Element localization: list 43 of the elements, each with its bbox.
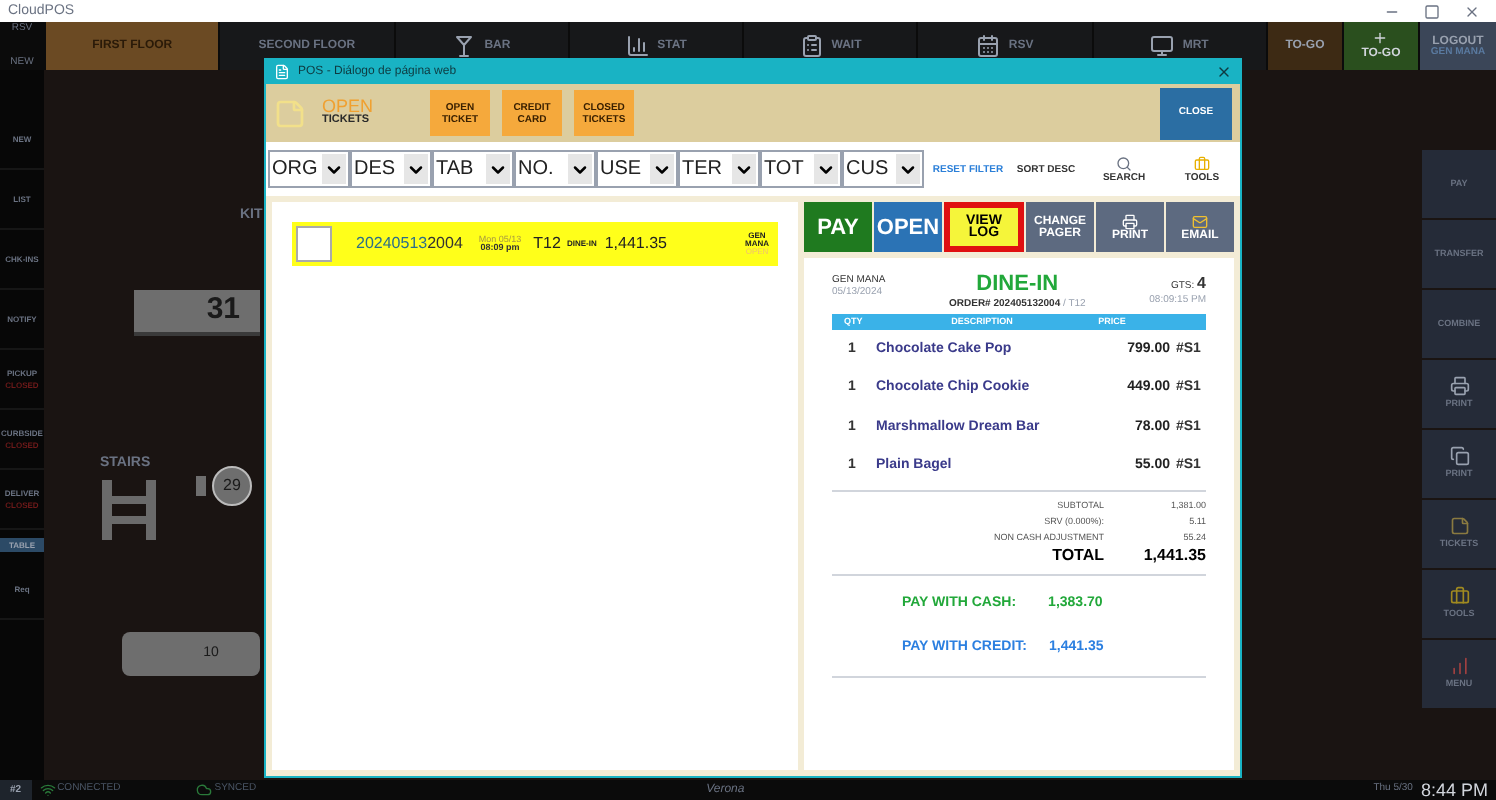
search-icon <box>1116 155 1132 171</box>
printer-icon <box>1449 376 1469 397</box>
calendar-icon <box>976 34 1001 58</box>
close-icon[interactable] <box>1464 3 1480 19</box>
envelope-icon <box>1192 213 1208 229</box>
ticket-total: 1,441.35 <box>604 232 667 256</box>
filter-select[interactable]: NO. <box>514 150 596 188</box>
maximize-icon[interactable] <box>1424 3 1440 19</box>
cloud-icon <box>196 782 213 798</box>
note-icon <box>1449 516 1469 537</box>
briefcase-icon <box>1449 586 1469 607</box>
filter-select[interactable]: ORG <box>268 150 350 188</box>
filter-select[interactable]: CUS <box>842 150 924 188</box>
close-icon[interactable] <box>1216 64 1232 80</box>
ticket-number: 202405132004 <box>356 232 463 256</box>
filter-select[interactable]: TAB <box>432 150 514 188</box>
briefcase-icon <box>1194 155 1210 171</box>
ticket-action-button[interactable]: OPEN <box>874 202 942 252</box>
ticket-table: T12 <box>533 232 561 256</box>
grand-total-label: TOTAL <box>1052 546 1104 566</box>
floor-table[interactable]: 29 <box>212 466 252 506</box>
status-time: 8:44 PM <box>1420 781 1488 799</box>
ticket-checkbox[interactable] <box>296 226 332 262</box>
cocktail-glass-icon <box>452 34 477 58</box>
floor-table[interactable]: 31 <box>134 290 260 336</box>
header-title: OPEN <box>322 98 376 117</box>
filter-select[interactable]: TOT <box>760 150 842 188</box>
grand-total-value: 1,441.35 <box>1141 546 1206 566</box>
stairs-icon <box>102 480 156 540</box>
wifi-icon <box>39 782 56 798</box>
bar-chart-icon <box>625 34 650 58</box>
ticket-action-button[interactable]: PAY <box>804 202 872 252</box>
printer-icon <box>1122 213 1138 229</box>
filter-select[interactable]: TER <box>678 150 760 188</box>
order-type: DINE-IN <box>976 274 1059 296</box>
plus-icon <box>1372 29 1389 45</box>
chair-icon <box>196 476 206 496</box>
filter-select[interactable]: USE <box>596 150 678 188</box>
clipboard-icon <box>799 34 824 58</box>
page-icon <box>274 64 290 80</box>
bar-chart-icon <box>1449 656 1469 677</box>
monitor-icon <box>1150 34 1175 58</box>
filter-select[interactable]: DES <box>350 150 432 188</box>
